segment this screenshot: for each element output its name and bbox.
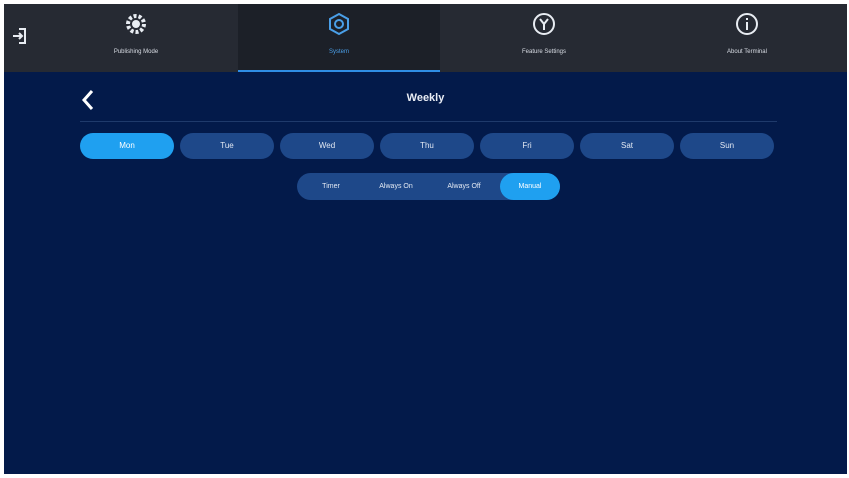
screen: Publishing Mode System Feature Settings xyxy=(4,4,847,474)
active-tab-indicator xyxy=(238,70,440,72)
tab-about-terminal[interactable]: About Terminal xyxy=(647,4,847,72)
day-fri[interactable]: Fri xyxy=(480,133,574,159)
exit-icon[interactable] xyxy=(10,26,30,46)
mode-always-off[interactable]: Always Off xyxy=(431,173,497,200)
mode-selector: Timer Always On Always Off Manual xyxy=(297,173,560,200)
page-title: Weekly xyxy=(406,92,445,104)
settings-icon xyxy=(329,12,349,36)
gear-icon xyxy=(126,14,146,34)
tab-label: System xyxy=(328,49,349,55)
tab-system[interactable]: System xyxy=(238,4,440,72)
feature-icon xyxy=(533,13,555,35)
tab-publishing-mode[interactable]: Publishing Mode xyxy=(40,4,232,72)
tab-label: Publishing Mode xyxy=(113,49,159,55)
tab-label: Feature Settings xyxy=(521,49,567,55)
day-tue[interactable]: Tue xyxy=(180,133,274,159)
day-sat[interactable]: Sat xyxy=(580,133,674,159)
day-sun[interactable]: Sun xyxy=(680,133,774,159)
mode-manual[interactable]: Manual xyxy=(500,173,560,200)
top-nav-bar: Publishing Mode System Feature Settings xyxy=(4,4,847,72)
tab-feature-settings[interactable]: Feature Settings xyxy=(444,4,644,72)
tab-label: About Terminal xyxy=(727,49,767,55)
mode-timer[interactable]: Timer xyxy=(305,173,357,200)
day-thu[interactable]: Thu xyxy=(380,133,474,159)
divider xyxy=(80,121,777,122)
day-wed[interactable]: Wed xyxy=(280,133,374,159)
info-icon xyxy=(736,13,758,35)
mode-always-on[interactable]: Always On xyxy=(363,173,429,200)
day-mon[interactable]: Mon xyxy=(80,133,174,159)
